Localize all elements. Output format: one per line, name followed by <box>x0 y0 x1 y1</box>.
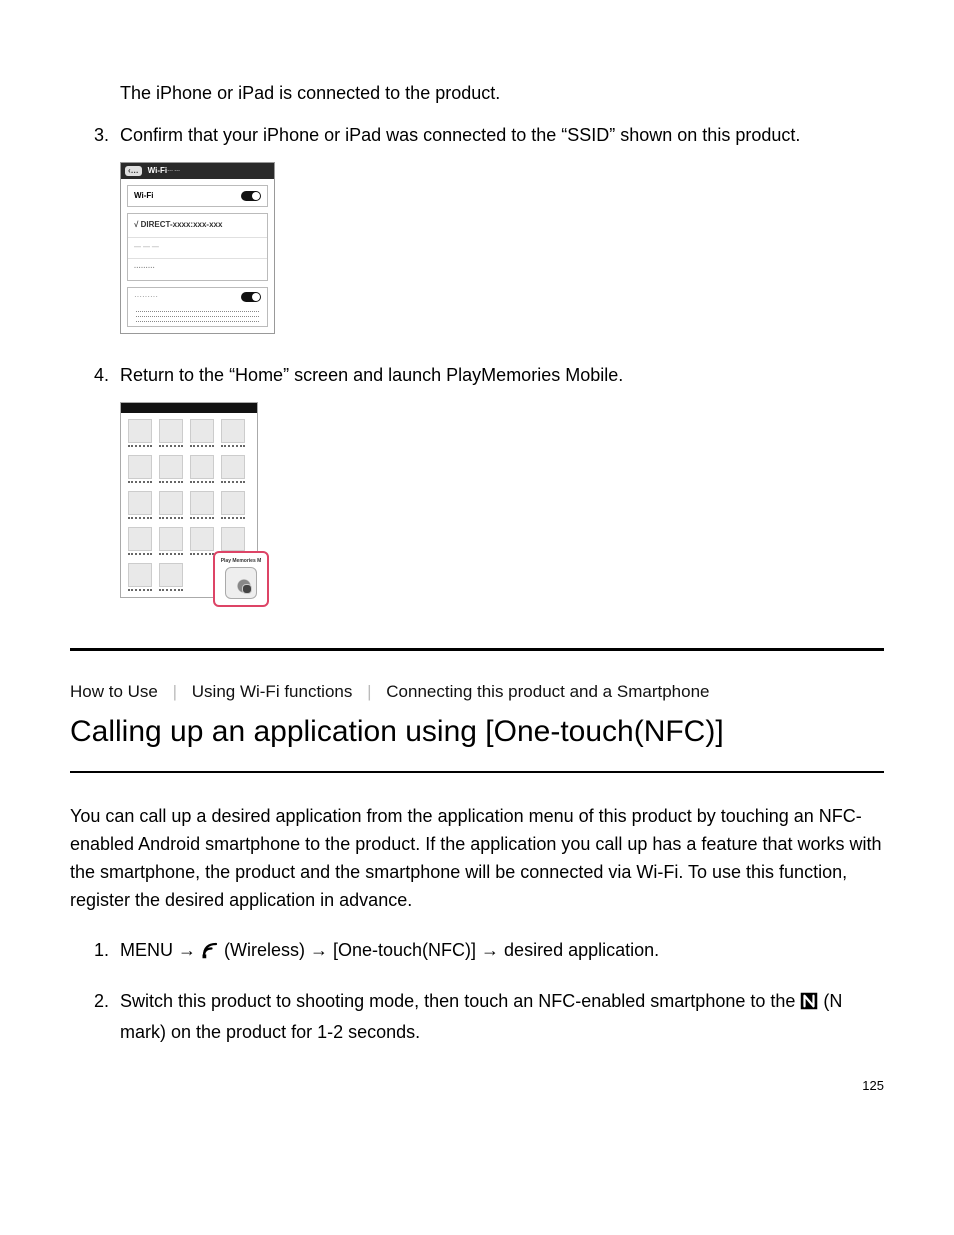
wifi-settings-figure: ‹… Wi-Fi …… Wi-Fi √ DIRECT-xxxx:xxx-xxx … <box>120 162 275 334</box>
step-3-text: Confirm that your iPhone or iPad was con… <box>120 122 884 150</box>
prev-step-result: The iPhone or iPad is connected to the p… <box>120 80 884 108</box>
wifi-ssid-connected: √ DIRECT-xxxx:xxx-xxx <box>128 214 267 236</box>
wifi-label: Wi-Fi <box>134 190 153 202</box>
wifi-other-row-1: — — — <box>128 237 267 259</box>
wifi-other-row-2: ········· <box>128 258 267 280</box>
nfc-step-2-pre: Switch this product to shooting mode, th… <box>120 991 800 1011</box>
icon-row <box>121 521 257 553</box>
step-4: Return to the “Home” screen and launch P… <box>114 362 884 598</box>
title-underline <box>70 771 884 773</box>
wifi-toggle-row: Wi-Fi <box>127 185 268 207</box>
divider <box>136 311 259 312</box>
breadcrumb-1: How to Use <box>70 682 158 701</box>
icon-row <box>121 485 257 517</box>
section-divider <box>70 648 884 651</box>
wifi-fig-header: ‹… Wi-Fi …… <box>121 163 274 179</box>
nfc-step-1: MENU → (Wireless) → [One-touch(NFC)] → d… <box>114 937 884 968</box>
step-3: Confirm that your iPhone or iPad was con… <box>114 122 884 334</box>
breadcrumb-sep: | <box>163 682 187 701</box>
breadcrumb-3: Connecting this product and a Smartphone <box>386 682 709 701</box>
playmemories-label: Play Memories M <box>221 558 262 566</box>
divider <box>136 321 259 322</box>
nfc-step-2: Switch this product to shooting mode, th… <box>114 988 884 1047</box>
breadcrumb-sep: | <box>357 682 381 701</box>
wifi-networks-card: √ DIRECT-xxxx:xxx-xxx — — — ········· <box>127 213 268 281</box>
home-status-bar <box>121 403 257 413</box>
page-number: 125 <box>862 1076 884 1096</box>
wireless-icon <box>201 940 219 968</box>
page-title: Calling up an application using [One-tou… <box>70 709 884 756</box>
home-screen-figure: Play Memories M <box>120 402 258 598</box>
playmemories-app-icon <box>225 567 257 599</box>
breadcrumb-2: Using Wi-Fi functions <box>192 682 353 701</box>
nfc-step-1-pre: MENU → <box>120 940 201 960</box>
wifi-fig-title: Wi-Fi <box>148 165 167 177</box>
icon-row <box>121 413 257 445</box>
breadcrumb: How to Use | Using Wi-Fi functions | Con… <box>70 679 884 705</box>
step-4-text: Return to the “Home” screen and launch P… <box>120 362 884 390</box>
wifi-fig-title-dots: …… <box>167 166 181 175</box>
wifi-ask-card: ········· <box>127 287 268 326</box>
playmemories-callout: Play Memories M <box>213 551 269 607</box>
toggle-on-icon <box>241 191 261 201</box>
back-icon: ‹… <box>125 166 142 176</box>
nfc-step-1-mid: (Wireless) → [One-touch(NFC)] → desired … <box>224 940 659 960</box>
toggle-on-icon-2 <box>241 292 261 302</box>
lens-dot-icon <box>242 584 252 594</box>
ask-label: ········· <box>134 291 158 303</box>
icon-row <box>121 449 257 481</box>
divider <box>136 316 259 317</box>
intro-paragraph: You can call up a desired application fr… <box>70 803 884 915</box>
n-mark-icon <box>800 991 818 1019</box>
